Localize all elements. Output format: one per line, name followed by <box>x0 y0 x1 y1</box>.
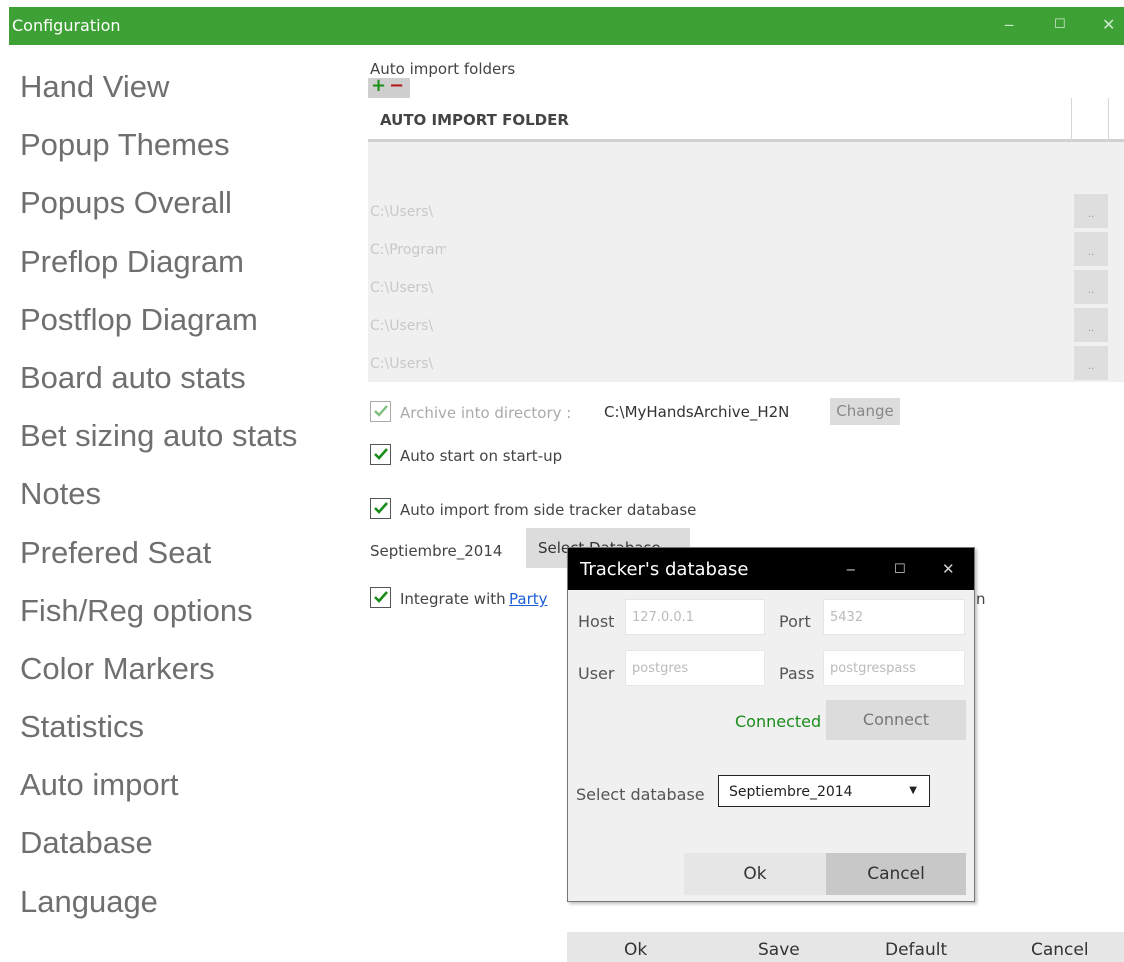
host-label: Host <box>578 612 615 631</box>
port-label: Port <box>779 612 811 631</box>
column-header-auto-import-folder: AUTO IMPORT FOLDER <box>380 111 569 129</box>
folder-path: C:\Program <box>370 242 446 258</box>
sidebar-item-bet-sizing-auto-stats[interactable]: Bet sizing auto stats <box>20 407 360 465</box>
pass-label: Pass <box>779 664 815 683</box>
maximize-icon[interactable]: ☐ <box>1054 17 1066 32</box>
pass-input[interactable]: postgrespass <box>823 650 965 686</box>
cancel-button[interactable]: Cancel <box>1031 940 1089 960</box>
add-folder-icon[interactable]: + <box>371 77 386 95</box>
browse-button[interactable]: .. <box>1074 232 1108 266</box>
column-divider <box>1071 98 1072 142</box>
archive-path: C:\MyHandsArchive_H2N <box>604 403 790 421</box>
table-header: AUTO IMPORT FOLDER <box>368 98 1124 142</box>
table-row[interactable]: C:\Users\ .. <box>368 346 1124 382</box>
database-select-value: Septiembre_2014 <box>729 784 853 800</box>
sidebar-item-popups-overall[interactable]: Popups Overall <box>20 174 360 232</box>
sidebar-item-database[interactable]: Database <box>20 814 360 872</box>
table-row[interactable]: C:\Users\ .. <box>368 308 1124 344</box>
host-input[interactable]: 127.0.0.1 <box>625 599 765 635</box>
database-select[interactable]: Septiembre_2014 ▼ <box>718 775 930 807</box>
dialog-cancel-button[interactable]: Cancel <box>826 853 966 895</box>
checkmark-icon <box>374 448 388 460</box>
trackers-database-dialog: Tracker's database ‒ ☐ ✕ Host 127.0.0.1 … <box>567 547 975 902</box>
auto-start-label: Auto start on start-up <box>400 447 563 465</box>
chevron-down-icon: ▼ <box>909 785 917 796</box>
browse-button[interactable]: .. <box>1074 194 1108 228</box>
dialog-close-icon[interactable]: ✕ <box>942 560 955 578</box>
auto-import-folder-table: AUTO IMPORT FOLDER C:\Users\ .. C:\Progr… <box>368 98 1124 382</box>
auto-start-checkbox[interactable] <box>370 444 391 465</box>
sidebar-item-fish-reg-options[interactable]: Fish/Reg options <box>20 582 360 640</box>
integrate-label: Integrate with <box>400 590 506 608</box>
selected-database-name: Septiembre_2014 <box>370 542 503 560</box>
user-input[interactable]: postgres <box>625 650 765 686</box>
settings-sidebar: Hand View Popup Themes Popups Overall Pr… <box>20 58 360 931</box>
checkmark-icon <box>374 405 388 417</box>
folder-path: C:\Users\ <box>370 318 434 334</box>
sidebar-item-board-auto-stats[interactable]: Board auto stats <box>20 349 360 407</box>
table-row[interactable]: C:\Program .. <box>368 232 1124 268</box>
remove-folder-icon[interactable]: − <box>389 77 404 95</box>
browse-button[interactable]: .. <box>1074 346 1108 380</box>
side-tracker-label: Auto import from side tracker database <box>400 501 697 519</box>
table-row[interactable]: C:\Users\ .. <box>368 194 1124 230</box>
change-archive-button[interactable]: Change <box>830 398 900 425</box>
close-icon[interactable]: ✕ <box>1102 15 1115 34</box>
dialog-titlebar: Tracker's database ‒ ☐ ✕ <box>568 548 974 590</box>
default-button[interactable]: Default <box>885 940 947 960</box>
bottom-action-bar: Ok Save Default Cancel <box>567 932 1124 962</box>
sidebar-item-prefered-seat[interactable]: Prefered Seat <box>20 524 360 582</box>
sidebar-item-language[interactable]: Language <box>20 873 360 931</box>
ok-button[interactable]: Ok <box>624 940 647 960</box>
sidebar-item-popup-themes[interactable]: Popup Themes <box>20 116 360 174</box>
folder-path: C:\Users\ <box>370 356 434 372</box>
archive-checkbox[interactable] <box>370 401 391 422</box>
select-database-label: Select database <box>576 785 705 804</box>
folder-add-remove: + − <box>368 77 410 98</box>
connect-button[interactable]: Connect <box>826 700 966 740</box>
sidebar-item-color-markers[interactable]: Color Markers <box>20 640 360 698</box>
dialog-ok-button[interactable]: Ok <box>684 853 826 895</box>
integrate-link[interactable]: Party <box>509 590 548 608</box>
port-input[interactable]: 5432 <box>823 599 965 635</box>
dialog-maximize-icon[interactable]: ☐ <box>894 562 906 577</box>
folder-path: C:\Users\ <box>370 280 434 296</box>
column-divider <box>1108 98 1109 142</box>
checkmark-icon <box>374 502 388 514</box>
integrate-suffix: n <box>976 590 986 608</box>
connection-status: Connected <box>735 712 822 731</box>
sidebar-item-hand-view[interactable]: Hand View <box>20 58 360 116</box>
sidebar-item-statistics[interactable]: Statistics <box>20 698 360 756</box>
dialog-minimize-icon[interactable]: ‒ <box>846 560 856 578</box>
browse-button[interactable]: .. <box>1074 308 1108 342</box>
sidebar-item-auto-import[interactable]: Auto import <box>20 756 360 814</box>
checkmark-icon <box>374 591 388 603</box>
table-row[interactable]: C:\Users\ .. <box>368 270 1124 306</box>
sidebar-item-postflop-diagram[interactable]: Postflop Diagram <box>20 291 360 349</box>
sidebar-item-preflop-diagram[interactable]: Preflop Diagram <box>20 233 360 291</box>
browse-button[interactable]: .. <box>1074 270 1108 304</box>
user-label: User <box>578 664 615 683</box>
side-tracker-checkbox[interactable] <box>370 498 391 519</box>
integrate-checkbox[interactable] <box>370 587 391 608</box>
archive-label: Archive into directory : <box>400 404 572 422</box>
save-button[interactable]: Save <box>758 940 800 960</box>
window-title: Configuration <box>12 16 121 35</box>
dialog-title: Tracker's database <box>580 559 749 580</box>
folder-path: C:\Users\ <box>370 204 434 220</box>
minimize-icon[interactable]: ‒ <box>1004 15 1014 34</box>
sidebar-item-notes[interactable]: Notes <box>20 465 360 523</box>
window-titlebar: Configuration ‒ ☐ ✕ <box>9 7 1124 45</box>
